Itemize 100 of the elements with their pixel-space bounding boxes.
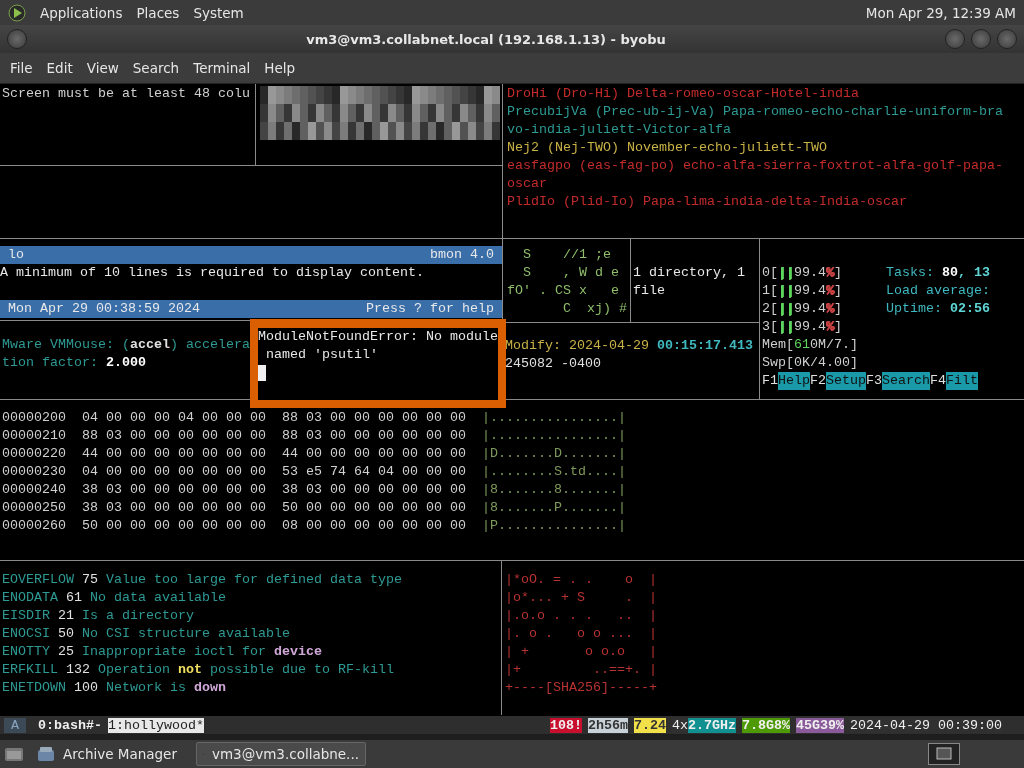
hex-bytes: 44 00 00 00 00 00 00 00 44 00 00 00 00 00 00 00 bbox=[82, 445, 466, 463]
hex-offset: 00000230 bbox=[2, 463, 66, 481]
menu-item[interactable]: Search bbox=[125, 60, 187, 76]
meter-line: 1[||99.4%] bbox=[762, 282, 842, 300]
terminal-line: PrecubijVa (Prec-ub-ij-Va) Papa-romeo-echo-charlie-uniform-bra bbox=[507, 103, 1003, 121]
menu-item[interactable]: Edit bbox=[39, 60, 80, 76]
window-menu-button[interactable] bbox=[7, 29, 27, 49]
function-key: F3 bbox=[866, 372, 882, 390]
close-button[interactable] bbox=[997, 29, 1017, 49]
status-indicator: 108! bbox=[550, 717, 583, 733]
status-indicator: 45G39% bbox=[796, 717, 845, 733]
hex-offset: 00000240 bbox=[2, 481, 66, 499]
hex-offset: 00000250 bbox=[2, 499, 66, 517]
terminal-line: ENOCSI 50 No CSI structure available bbox=[2, 625, 290, 643]
hex-bytes: 38 03 00 00 00 00 00 00 50 00 00 00 00 00 00 00 bbox=[82, 499, 466, 517]
meter-line: 0[||99.4%] bbox=[762, 264, 842, 282]
terminal-line: ENOTTY 25 Inappropriate ioctl for device bbox=[2, 643, 322, 661]
terminal-line: PlidIo (Plid-Io) Papa-lima-india-delta-India-oscar bbox=[507, 193, 907, 211]
workspace-button[interactable] bbox=[928, 743, 960, 765]
randomart-line: |.o.o . . . .. | bbox=[505, 607, 657, 625]
meter-line: 2[||99.4%] bbox=[762, 300, 842, 318]
randomart-line: +----[SHA256]-----+ bbox=[505, 679, 657, 697]
terminal-line: fO' . CS x e bbox=[507, 282, 619, 300]
meter-line: Swp[0K/4.00] bbox=[762, 354, 858, 372]
panel-menu[interactable]: System bbox=[193, 4, 244, 21]
show-desktop-button[interactable] bbox=[4, 745, 24, 763]
error-line: ModuleNotFoundError: No module bbox=[258, 328, 498, 346]
function-label[interactable]: Setup bbox=[826, 372, 866, 390]
function-label[interactable]: Help bbox=[778, 372, 810, 390]
hex-offset: 00000200 bbox=[2, 409, 66, 427]
terminal-line: 245082 -0400 bbox=[505, 355, 601, 373]
hex-ascii: |P...............| bbox=[481, 517, 626, 535]
taskbar-item[interactable]: Archive Manager bbox=[30, 742, 190, 766]
terminal-line: ENODATA 61 No data available bbox=[2, 589, 226, 607]
function-key: F1 bbox=[762, 372, 778, 390]
terminal-line: Tasks: 80, 13 bbox=[886, 264, 990, 282]
hex-offset: 00000210 bbox=[2, 427, 66, 445]
hex-ascii: |8.......P.......| bbox=[481, 499, 626, 517]
status-indicator: 2h56m bbox=[588, 717, 629, 733]
terminal-line: Load average: bbox=[886, 282, 990, 300]
terminal-line: tion factor: 2.000 bbox=[2, 354, 146, 372]
terminal-line: S , W d e bbox=[522, 264, 619, 282]
hex-bytes: 50 00 00 00 00 00 00 00 08 00 00 00 00 00 00 00 bbox=[82, 517, 466, 535]
terminal-line: Screen must be at least 48 colu bbox=[2, 85, 250, 103]
panel-menu[interactable]: Applications bbox=[40, 4, 123, 21]
meter-line: Mem[610M/7.] bbox=[762, 336, 858, 354]
hex-ascii: |................| bbox=[481, 427, 626, 445]
randomart-line: |. o . o o ... | bbox=[505, 625, 657, 643]
terminal-line: DroHi (Dro-Hi) Delta-romeo-oscar-Hotel-india bbox=[507, 85, 859, 103]
function-key: F2 bbox=[810, 372, 826, 390]
menu-item[interactable]: Terminal bbox=[186, 60, 258, 76]
hex-ascii: |........S.td....| bbox=[481, 463, 626, 481]
session-badge: A bbox=[4, 717, 26, 733]
hex-bytes: 38 03 00 00 00 00 00 00 38 03 00 00 00 00 00 00 bbox=[82, 481, 466, 499]
timestamp: Mon Apr 29 00:38:59 2024 bbox=[8, 300, 200, 318]
meter-line: 3[||99.4%] bbox=[762, 318, 842, 336]
taskbar-item[interactable]: vm3@vm3.collabne... bbox=[196, 742, 366, 766]
hex-offset: 00000220 bbox=[2, 445, 66, 463]
terminal-line: 1 directory, 1 bbox=[633, 264, 745, 282]
terminal-line: easfagpo (eas-fag-po) echo-alfa-sierra-foxtrot-alfa-golf-papa- bbox=[507, 157, 1003, 175]
function-key: F4 bbox=[930, 372, 946, 390]
terminal-line: ERFKILL 132 Operation not possible due to RF-kill bbox=[2, 661, 394, 679]
hex-bytes: 88 03 00 00 00 00 00 00 88 03 00 00 00 00 00 00 bbox=[82, 427, 466, 445]
terminal-line: EOVERFLOW 75 Value too large for defined data type bbox=[2, 571, 402, 589]
archive-icon bbox=[37, 746, 55, 762]
help-hint: Press ? for help bbox=[366, 300, 494, 318]
randomart-line: |o*... + S . | bbox=[505, 589, 657, 607]
menu-item[interactable]: File bbox=[3, 60, 40, 76]
window-tab[interactable]: 0:bash#- bbox=[38, 717, 102, 733]
interface-name: lo bbox=[8, 246, 24, 264]
terminal[interactable] bbox=[0, 84, 1024, 716]
hex-ascii: |8.......8.......| bbox=[481, 481, 626, 499]
menu-item[interactable]: Help bbox=[257, 60, 303, 76]
terminal-line: S //1 ;e bbox=[522, 246, 611, 264]
status-indicator: 2.7GHz bbox=[688, 717, 737, 733]
function-label[interactable]: Filt bbox=[946, 372, 978, 390]
status-indicator: 7.8G8% bbox=[742, 717, 791, 733]
window-tab[interactable]: 1:hollywood* bbox=[108, 717, 204, 733]
error-line: named 'psutil' bbox=[265, 346, 379, 364]
randomart-line: |*oO. = . . o | bbox=[505, 571, 657, 589]
randomart-line: |+ ..==+. | bbox=[505, 661, 657, 679]
hex-offset: 00000260 bbox=[2, 517, 66, 535]
status-indicator: 7.24 bbox=[634, 717, 667, 733]
hex-bytes: 04 00 00 00 00 00 00 00 53 e5 74 64 04 00 00 00 bbox=[82, 463, 466, 481]
menu-logo-icon[interactable] bbox=[8, 3, 26, 22]
terminal-line: ENETDOWN 100 Network is down bbox=[2, 679, 226, 697]
minimize-button[interactable] bbox=[945, 29, 965, 49]
maximize-button[interactable] bbox=[971, 29, 991, 49]
terminal-line: oscar bbox=[507, 175, 547, 193]
panel-menu[interactable]: Places bbox=[136, 4, 180, 21]
terminal-line: C xj) # bbox=[562, 300, 627, 318]
hex-ascii: |................| bbox=[481, 409, 626, 427]
clock[interactable]: Mon Apr 29, 12:39 AM bbox=[865, 4, 1016, 21]
menu-item[interactable]: View bbox=[79, 60, 126, 76]
hex-bytes: 04 00 00 00 04 00 00 00 88 03 00 00 00 00 00 00 bbox=[82, 409, 466, 427]
randomart-line: | + o o.o | bbox=[505, 643, 657, 661]
terminal-line: Uptime: 02:56 bbox=[886, 300, 990, 318]
terminal-line: Mware VMMouse: (accel) accelera bbox=[2, 336, 250, 354]
function-label[interactable]: Search bbox=[882, 372, 930, 390]
terminal-line: file bbox=[633, 282, 665, 300]
